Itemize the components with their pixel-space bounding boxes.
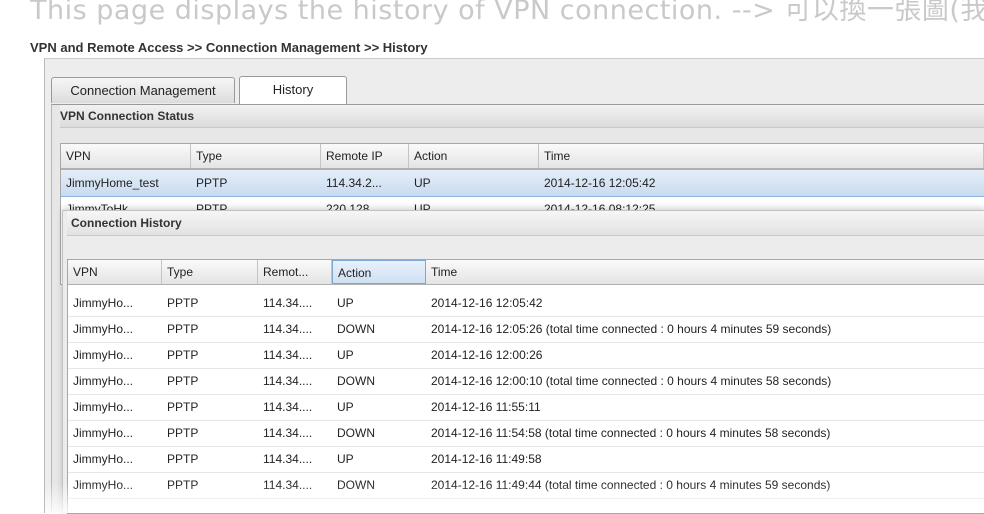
history-col-action[interactable]: Action [332,260,426,284]
history-group-title: Connection History [67,211,984,236]
history-cell-vpn: JimmyHo... [73,374,133,388]
history-cell-action: DOWN [337,478,375,492]
history-row[interactable]: JimmyHo... PPTP 114.34.... DOWN 2014-12-… [68,472,984,499]
history-cell-type: PPTP [167,478,199,492]
history-row[interactable]: JimmyHo... PPTP 114.34.... UP 2014-12-16… [68,290,984,317]
history-row[interactable]: JimmyHo... PPTP 114.34.... DOWN 2014-12-… [68,316,984,343]
history-row[interactable]: JimmyHo... PPTP 114.34.... UP 2014-12-16… [68,446,984,473]
history-cell-remote: 114.34.... [263,374,313,388]
breadcrumb: VPN and Remote Access >> Connection Mana… [30,40,428,55]
history-cell-vpn: JimmyHo... [73,400,133,414]
page-description: This page displays the history of VPN co… [30,0,984,26]
history-cell-type: PPTP [167,452,199,466]
history-col-type[interactable]: Type [162,260,258,284]
tab-history[interactable]: History [239,76,347,104]
history-col-time[interactable]: Time [426,260,984,284]
history-cell-time: 2014-12-16 11:49:44 (total time connecte… [431,478,831,492]
history-cell-remote: 114.34.... [263,400,313,414]
status-col-remote-ip[interactable]: Remote IP [321,144,409,168]
history-cell-vpn: JimmyHo... [73,348,133,362]
status-table-header: VPN Type Remote IP Action Time [61,144,984,169]
history-cell-time: 2014-12-16 11:54:58 (total time connecte… [431,426,831,440]
history-cell-time: 2014-12-16 12:00:26 [431,348,543,362]
history-cell-type: PPTP [167,296,199,310]
history-cell-time: 2014-12-16 11:49:58 [431,452,542,466]
history-table: VPN Type Remot... Action Time JimmyHo...… [67,259,984,514]
history-cell-action: DOWN [337,322,375,336]
history-row[interactable]: JimmyHo... PPTP 114.34.... DOWN 2014-12-… [68,420,984,447]
status-cell-time: 2014-12-16 12:05:42 [544,176,656,190]
history-cell-type: PPTP [167,322,199,336]
history-row[interactable]: JimmyHo... PPTP 114.34.... DOWN 2014-12-… [68,368,984,395]
status-group-title: VPN Connection Status [60,105,984,128]
history-col-remote[interactable]: Remot... [258,260,332,284]
main-frame: Connection Management History VPN Connec… [44,58,984,514]
history-cell-action: UP [337,452,354,466]
status-col-vpn[interactable]: VPN [61,144,191,168]
status-cell-vpn: JimmyHome_test [66,176,159,190]
history-cell-remote: 114.34.... [263,296,313,310]
history-cell-vpn: JimmyHo... [73,426,133,440]
history-cell-time: 2014-12-16 12:05:42 [431,296,543,310]
history-cell-action: UP [337,348,354,362]
status-col-time[interactable]: Time [539,144,984,168]
status-cell-type: PPTP [196,176,228,190]
status-col-type[interactable]: Type [191,144,321,168]
history-tab-panel: VPN Connection Status VPN Type Remote IP… [51,104,984,514]
history-col-vpn[interactable]: VPN [68,260,162,284]
history-cell-remote: 114.34.... [263,348,313,362]
history-cell-time: 2014-12-16 11:55:11 [431,400,541,414]
history-row[interactable]: JimmyHo... PPTP 114.34.... UP 2014-12-16… [68,394,984,421]
history-cell-vpn: JimmyHo... [73,452,133,466]
history-cell-remote: 114.34.... [263,478,313,492]
history-group: Connection History VPN Type Remot... Act… [62,210,984,514]
history-cell-vpn: JimmyHo... [73,322,133,336]
history-cell-action: DOWN [337,426,375,440]
status-row[interactable]: JimmyHome_test PPTP 114.34.2... UP 2014-… [61,169,984,197]
history-table-header: VPN Type Remot... Action Time [68,260,984,285]
status-cell-remote-ip: 114.34.2... [326,176,382,190]
history-cell-vpn: JimmyHo... [73,478,133,492]
history-cell-vpn: JimmyHo... [73,296,133,310]
history-cell-remote: 114.34.... [263,426,313,440]
history-cell-action: DOWN [337,374,375,388]
history-row[interactable]: JimmyHo... PPTP 114.34.... UP 2014-12-16… [68,342,984,369]
history-cell-time: 2014-12-16 12:00:10 (total time connecte… [431,374,832,388]
history-cell-action: UP [337,400,354,414]
history-cell-type: PPTP [167,348,199,362]
history-cell-time: 2014-12-16 12:05:26 (total time connecte… [431,322,832,336]
history-cell-remote: 114.34.... [263,452,313,466]
history-cell-type: PPTP [167,374,199,388]
history-cell-action: UP [337,296,354,310]
status-col-action[interactable]: Action [409,144,539,168]
history-cell-type: PPTP [167,426,199,440]
tab-connection-management[interactable]: Connection Management [51,77,235,103]
history-cell-type: PPTP [167,400,199,414]
status-cell-action: UP [414,176,431,190]
history-cell-remote: 114.34.... [263,322,313,336]
